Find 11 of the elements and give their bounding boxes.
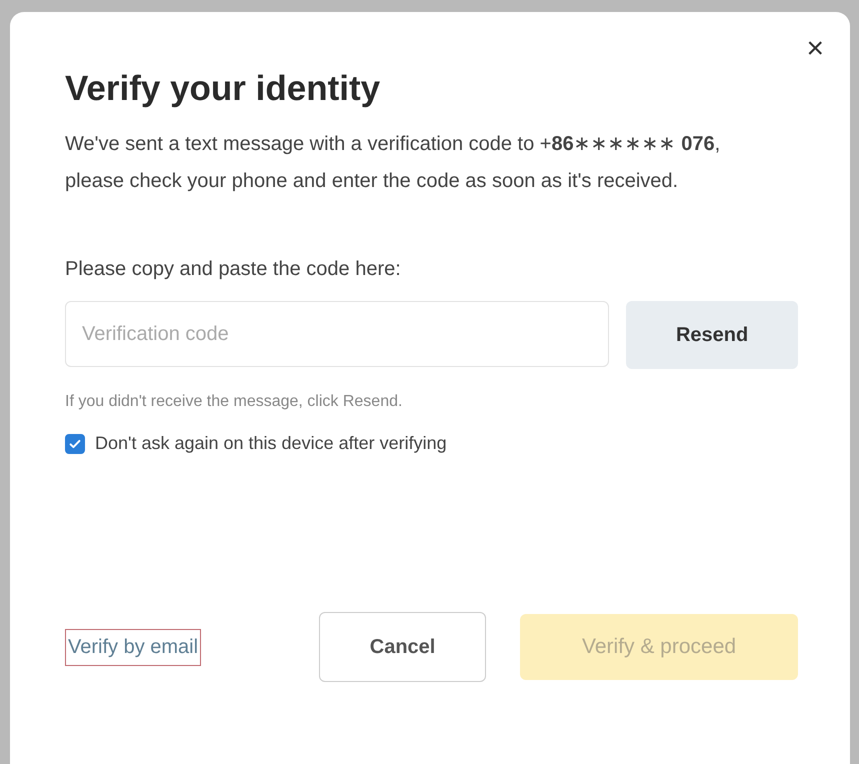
code-field[interactable]: Verification code — [65, 301, 610, 367]
field-label: Please copy and paste the code here: — [65, 258, 402, 281]
checkbox[interactable] — [65, 434, 85, 454]
resend-button[interactable]: Resend — [626, 301, 798, 369]
message-text: We've sent a text message with a verification code to +86∗∗∗∗∗∗ 076, please check your phone and enter the code as soon as it's received. — [65, 132, 722, 194]
close-button[interactable]: × — [802, 34, 828, 64]
dialog-title: Verify your identity — [65, 68, 382, 110]
hint-text: If you didn't receive the message, click Resend. — [65, 393, 404, 411]
cancel-button[interactable]: Cancel — [319, 612, 486, 682]
checkbox-label: Don't ask again on this device after verifying — [95, 433, 447, 454]
verify-email-link[interactable]: Verify by email — [65, 628, 202, 666]
